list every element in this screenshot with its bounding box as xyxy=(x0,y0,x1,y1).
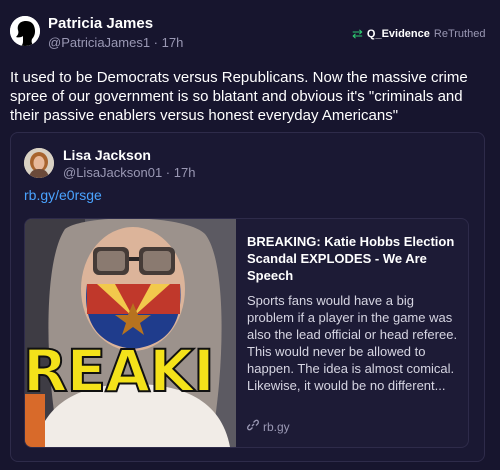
link-preview-image[interactable]: REAKI xyxy=(25,219,236,447)
post-text: It used to be Democrats versus Republica… xyxy=(10,69,468,124)
link-description: Sports fans would have a big problem if … xyxy=(247,293,458,393)
silhouette-avatar-icon xyxy=(10,16,40,46)
quoted-link[interactable]: rb.gy/e0rsge xyxy=(24,187,102,203)
retruth-user[interactable]: Q_Evidence xyxy=(367,28,430,40)
author-handle: @PatriciaJames1 · 17h xyxy=(48,35,184,50)
retruth-label: ReTruthed xyxy=(433,28,486,40)
link-domain-text: rb.gy xyxy=(263,419,290,434)
retruth-icon: ⇄ xyxy=(352,26,363,41)
quoted-post[interactable]: Lisa Jackson @LisaJackson01 · 17h rb.gy/… xyxy=(10,132,485,462)
link-icon xyxy=(247,419,259,434)
author-name[interactable]: Patricia James xyxy=(48,15,153,32)
quoted-author-handle: @LisaJackson01 · 17h xyxy=(63,165,196,180)
profile-photo-icon xyxy=(24,148,54,178)
avatar[interactable] xyxy=(24,148,54,178)
image-caption: REAKI xyxy=(25,337,214,405)
quoted-author-name[interactable]: Lisa Jackson xyxy=(63,147,151,163)
retruth-post: Patricia James @PatriciaJames1 · 17h ⇄ Q… xyxy=(0,0,500,470)
avatar[interactable] xyxy=(10,16,40,46)
retruth-indicator: ⇄ Q_Evidence ReTruthed xyxy=(352,26,485,42)
link-title[interactable]: BREAKING: Katie Hobbs Election Scandal E… xyxy=(247,233,463,284)
link-domain[interactable]: rb.gy xyxy=(247,419,290,434)
link-preview-card[interactable]: REAKI BREAKING: Katie Hobbs Election Sca… xyxy=(24,218,469,448)
